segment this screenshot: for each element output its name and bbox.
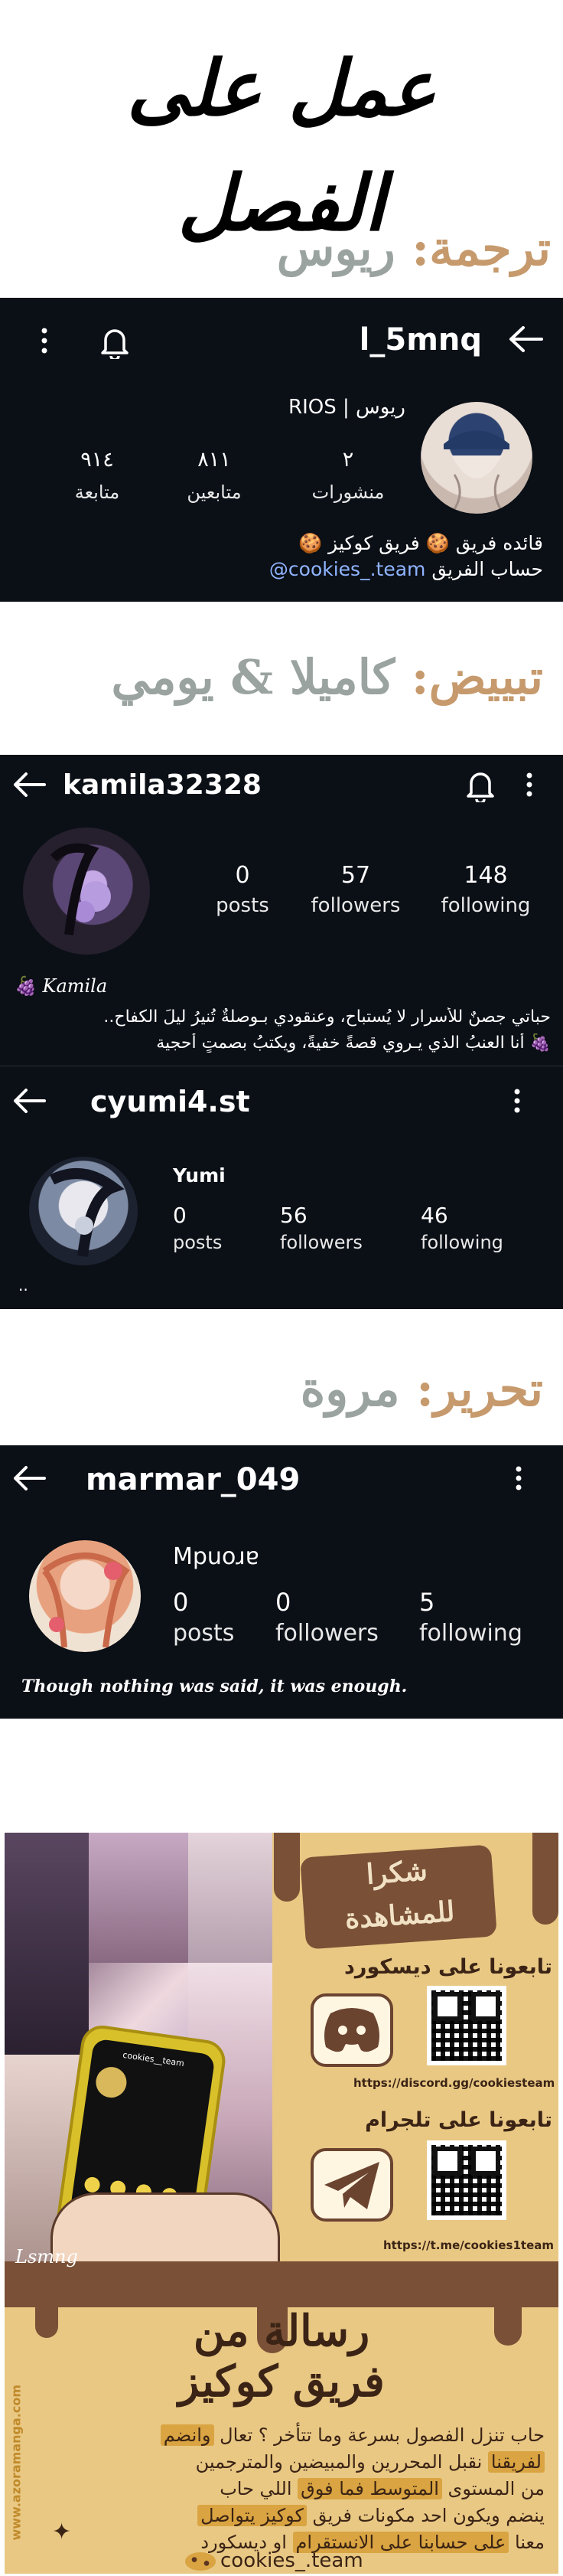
team-poster: cookies__team شكرا للمشاهدة تابعونا على … [5,1833,558,2574]
translation-name: ريوس [276,220,395,276]
profile-username: cyumi4.st [90,1085,250,1118]
message-text: نقبل المحررين والمبيضين والمترجمين [195,2451,488,2473]
back-arrow-icon[interactable] [12,772,46,798]
drip-decoration [532,1833,558,1925]
following-label[interactable]: following [419,1620,522,1647]
following-count: 5 [419,1588,435,1617]
profile-card-kamila: kamila32328 0 posts 57 followers 148 fol… [0,755,563,1066]
followers-count: 57 [340,862,371,889]
discord-link[interactable]: https://discord.gg/cookiesteam [353,2076,555,2090]
posts-count: 0 [173,1203,187,1228]
watermark: www.azoramanga.com [8,2384,24,2541]
message-title-line2: فريق كوكيز [178,2356,385,2407]
signature: Lsmng [15,2246,78,2267]
bio-text: Though nothing was said, it was enough. [21,1677,408,1696]
telegram-label: تابعونا على تلجرام [365,2108,552,2132]
posts-count: 0 [173,1588,189,1617]
profile-username: l_5mnq [359,322,482,358]
back-arrow-icon[interactable] [12,1088,46,1114]
followers-label[interactable]: متابعين [168,482,260,503]
translation-credit: ترجمة: ريوس [276,220,551,276]
editing-credit: تحرير: مروة [300,1361,543,1417]
bio-team-line: حساب الفريق cookies_.team@ [222,558,543,580]
profile-avatar[interactable] [23,828,150,955]
telegram-icon[interactable] [311,2148,393,2222]
sparkle-icon: ✦ [52,2519,72,2545]
message-text: معنا [509,2532,545,2553]
message-body: حاب تنزل الفصول بسرعة وما تتأخر ؟ تعال و… [43,2422,545,2556]
posts-count: ٢ [342,448,354,472]
message-highlight: كوكيز يتواصل [197,2505,307,2526]
telegram-qr-code[interactable] [427,2140,506,2220]
message-highlight: وانضم [160,2424,214,2446]
profile-avatar[interactable] [29,1157,138,1265]
profile-card-rios: l_5mnq ريوس | RIOS ٢ منشورات ٨١١ متابعين… [0,298,563,602]
following-count: 46 [421,1203,448,1228]
following-count: ٩١٤ [80,448,114,472]
cookie-icon [185,2552,216,2571]
team-account-footer[interactable]: cookies_.team [220,2549,363,2572]
drip-decoration [274,1833,300,1902]
profile-card-marmar: marmar_049 Mpuoɹɐ 0 posts 0 followers 5 … [0,1445,563,1719]
followers-count: 56 [280,1203,308,1228]
profile-avatar[interactable] [421,402,532,514]
following-count: 148 [464,862,508,889]
profile-name: Mpuoɹɐ [173,1543,259,1570]
posts-label: posts [173,1232,223,1253]
message-title-line1: رسالة من [193,2306,370,2356]
more-options-icon[interactable] [514,1465,523,1491]
more-options-icon[interactable] [525,772,534,798]
phone-account-name: cookies__team [122,2049,185,2069]
editing-label: تحرير [434,1361,543,1417]
bio-line: 🍇 أنا العنبُ الذي يـروي قصةً خفيةً، ويكت… [156,1033,551,1053]
back-arrow-icon[interactable] [12,1465,46,1491]
message-text: ينضم ويكون احد مكونات فريق [306,2505,545,2526]
followers-count: ٨١١ [197,448,231,472]
bell-icon[interactable] [99,325,130,359]
message-text: من المستوى [441,2478,545,2499]
posts-label: منشورات [311,482,385,503]
following-label[interactable]: following [421,1232,503,1253]
profile-username: kamila32328 [63,769,262,801]
more-options-icon[interactable] [40,327,49,354]
profile-name: Yumi [173,1164,226,1187]
followers-count: 0 [275,1588,291,1617]
bio-line: قائده فريق 🍪 فريق كوكيز 🍪 [298,532,543,554]
message-highlight: المتوسط فما فوق [298,2478,442,2499]
coloring-names: كاميلا & يومي [111,649,395,705]
message-text: اللي حاب [220,2478,298,2499]
coloring-label: تبييض [428,649,543,705]
display-name: ريوس | RIOS [288,396,405,419]
message-highlight: لفريقنا [487,2451,545,2473]
following-label[interactable]: متابعة [51,482,143,503]
discord-icon[interactable] [311,1993,393,2067]
followers-label[interactable]: followers [298,894,413,917]
more-options-icon[interactable] [513,1088,522,1114]
bio-line: حباتي جصنٌ للأسرار لا يُستباح، وعنقودي ب… [103,1007,551,1027]
posts-count: 0 [235,862,250,889]
profile-name: 🍇 Kamila [14,975,108,997]
following-label[interactable]: following [428,894,543,917]
back-arrow-icon[interactable] [508,325,543,353]
bio-text: .. [18,1276,28,1295]
profile-username: marmar_049 [86,1462,301,1497]
discord-qr-code[interactable] [427,1986,506,2065]
posts-label: posts [173,1620,235,1647]
profile-card-yumi: cyumi4.st Yumi 0 posts 56 followers 46 f… [0,1066,563,1309]
followers-label[interactable]: followers [280,1232,363,1253]
thanks-box: شكرا للمشاهدة [300,1844,497,1950]
discord-label: تابعونا على ديسكورد [344,1955,552,1979]
message-text: حاب تنزل الفصول بسرعة وما تتأخر ؟ تعال [213,2424,545,2446]
team-account-link[interactable]: cookies_.team@ [269,558,425,580]
bio-team-label: حساب الفريق [431,558,543,580]
followers-label[interactable]: followers [275,1620,379,1647]
translation-label: ترجمة [429,220,551,276]
telegram-link[interactable]: https://t.me/cookies1team [353,2238,554,2252]
posts-label: posts [216,894,269,917]
coloring-credit: تبييض: كاميلا & يومي [111,649,543,705]
profile-avatar[interactable] [29,1540,141,1652]
bell-icon[interactable] [465,769,496,802]
editing-name: مروة [300,1361,400,1417]
